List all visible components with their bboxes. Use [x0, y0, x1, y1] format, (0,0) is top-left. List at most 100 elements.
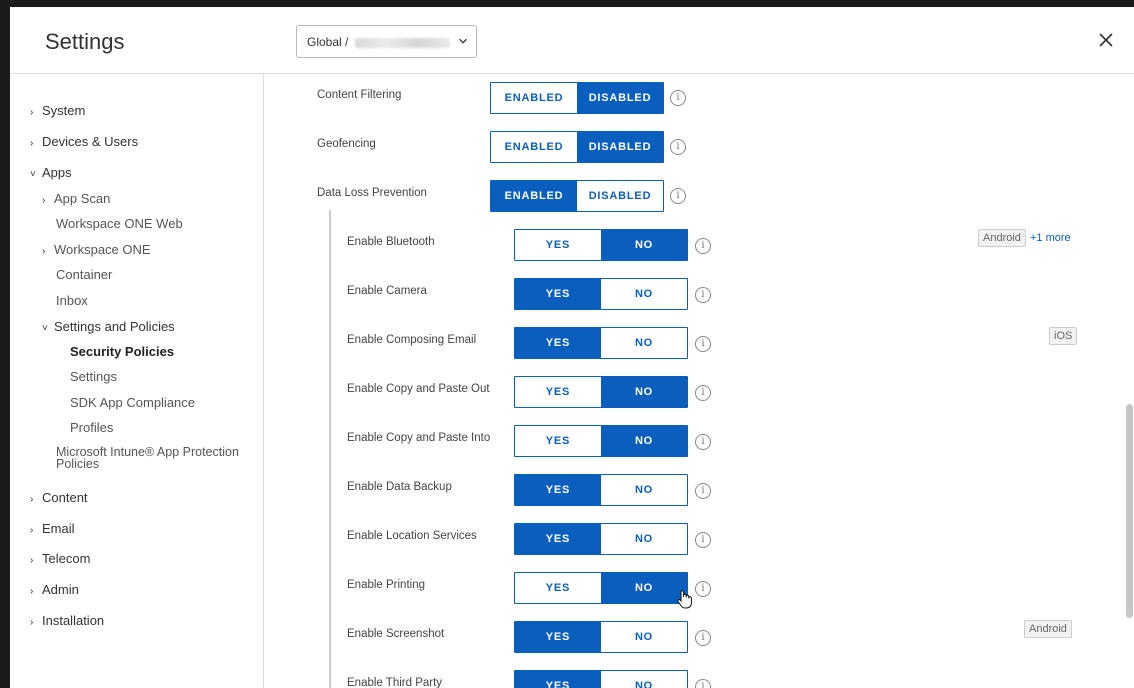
sidebar-item-settings-and-policies[interactable]: ˅ Settings and Policies	[42, 316, 263, 338]
yes-option[interactable]: YES	[515, 475, 601, 505]
sidebar: › System › Devices & Users ˅ Apps › App Scan…	[10, 74, 264, 688]
sidebar-item-label: Installation	[42, 613, 105, 628]
modal-header: Settings Global /	[10, 7, 1134, 74]
sidebar-item-label: Email	[42, 521, 75, 536]
third-party-toggle: YES NO	[514, 670, 688, 688]
sidebar-item-label: Inbox	[56, 293, 88, 308]
no-option[interactable]: NO	[601, 230, 687, 260]
enabled-option[interactable]: ENABLED	[491, 132, 577, 162]
no-option[interactable]: NO	[601, 573, 687, 603]
sidebar-item-system[interactable]: › System	[30, 100, 263, 122]
info-icon[interactable]: i	[695, 385, 711, 401]
disabled-option[interactable]: DISABLED	[577, 181, 663, 211]
info-icon[interactable]: i	[695, 238, 711, 254]
sidebar-item-label: App Scan	[54, 191, 111, 206]
yes-option[interactable]: YES	[515, 573, 601, 603]
no-option[interactable]: NO	[601, 328, 687, 358]
no-option[interactable]: NO	[601, 377, 687, 407]
sidebar-item-label: Settings	[70, 369, 117, 384]
info-icon[interactable]: i	[695, 336, 711, 352]
info-icon[interactable]: i	[695, 434, 711, 450]
sidebar-item-label: Security Policies	[70, 344, 175, 359]
yes-option[interactable]: YES	[515, 622, 601, 652]
data-backup-toggle: YES NO	[514, 474, 688, 506]
printing-toggle: YES NO	[514, 572, 688, 604]
yes-option[interactable]: YES	[515, 377, 601, 407]
enabled-option[interactable]: ENABLED	[491, 83, 577, 113]
yes-option[interactable]: YES	[515, 279, 601, 309]
sidebar-item-sdk-app-compliance[interactable]: SDK App Compliance	[70, 392, 263, 414]
sidebar-item-email[interactable]: › Email	[30, 518, 263, 540]
info-icon[interactable]: i	[670, 188, 686, 204]
yes-option[interactable]: YES	[515, 230, 601, 260]
sidebar-item-label: Policies	[56, 457, 100, 471]
sidebar-item-label: Telecom	[42, 551, 91, 566]
chevron-down-icon	[459, 38, 467, 44]
sidebar-item-admin[interactable]: › Admin	[30, 579, 263, 601]
chevron-right-icon: ›	[30, 586, 34, 597]
policy-content: Content Filtering ENABLED DISABLED i Geo…	[265, 74, 1134, 688]
platform-badge: Android	[978, 229, 1026, 247]
sidebar-item-apps[interactable]: ˅ Apps	[30, 162, 263, 184]
scrollbar-thumb[interactable]	[1126, 404, 1133, 618]
info-icon[interactable]: i	[695, 287, 711, 303]
copy-paste-out-toggle: YES NO	[514, 376, 688, 408]
scope-dropdown[interactable]: Global /	[296, 25, 477, 58]
info-icon[interactable]: i	[695, 679, 711, 688]
data-loss-prevention-toggle: ENABLED DISABLED	[490, 180, 664, 212]
close-icon[interactable]	[1098, 32, 1114, 48]
no-option[interactable]: NO	[601, 671, 687, 688]
scrollbar[interactable]	[1124, 74, 1134, 688]
disabled-option[interactable]: DISABLED	[577, 83, 663, 113]
content-filtering-toggle: ENABLED DISABLED	[490, 82, 664, 114]
sidebar-item-devices-users[interactable]: › Devices & Users	[30, 131, 263, 153]
yes-option[interactable]: YES	[515, 524, 601, 554]
sidebar-item-settings[interactable]: Settings	[70, 366, 263, 388]
sidebar-item-installation[interactable]: › Installation	[30, 610, 263, 632]
sidebar-item-telecom[interactable]: › Telecom	[30, 548, 263, 570]
info-icon[interactable]: i	[695, 581, 711, 597]
no-option[interactable]: NO	[601, 475, 687, 505]
location-services-toggle: YES NO	[514, 523, 688, 555]
yes-option[interactable]: YES	[515, 328, 601, 358]
scope-label: Global /	[307, 35, 349, 49]
sidebar-item-container[interactable]: Container	[56, 264, 263, 286]
policy-label: Geofencing	[317, 138, 376, 150]
sidebar-item-profiles[interactable]: Profiles	[70, 417, 263, 439]
info-icon[interactable]: i	[695, 532, 711, 548]
setting-label: Enable Printing	[347, 579, 425, 591]
info-icon[interactable]: i	[670, 139, 686, 155]
more-platforms-link[interactable]: +1 more	[1030, 229, 1071, 247]
sidebar-item-inbox[interactable]: Inbox	[56, 290, 263, 312]
info-icon[interactable]: i	[695, 630, 711, 646]
info-icon[interactable]: i	[695, 483, 711, 499]
sidebar-item-intune-app-protection[interactable]: Microsoft Intune® App Protection Policie…	[56, 446, 263, 471]
sidebar-item-workspace-one[interactable]: › Workspace ONE	[42, 239, 263, 261]
no-option[interactable]: NO	[601, 426, 687, 456]
chevron-right-icon: ›	[30, 494, 34, 505]
chevron-right-icon: ›	[42, 246, 46, 257]
sidebar-item-content[interactable]: › Content	[30, 487, 263, 509]
chevron-down-icon: ˅	[30, 169, 36, 180]
setting-label: Enable Camera	[347, 285, 427, 297]
sidebar-item-label: Workspace ONE	[54, 242, 151, 257]
redacted-org-name	[354, 37, 450, 48]
policy-label: Content Filtering	[317, 89, 402, 101]
yes-option[interactable]: YES	[515, 671, 601, 688]
bluetooth-toggle: YES NO	[514, 229, 688, 261]
settings-modal: Settings Global / › System › Devices & Use…	[10, 7, 1134, 688]
sidebar-item-security-policies[interactable]: Security Policies	[70, 341, 263, 363]
no-option[interactable]: NO	[601, 622, 687, 652]
sidebar-item-workspace-one-web[interactable]: Workspace ONE Web	[56, 213, 263, 235]
no-option[interactable]: NO	[601, 524, 687, 554]
enabled-option[interactable]: ENABLED	[491, 181, 577, 211]
geofencing-toggle: ENABLED DISABLED	[490, 131, 664, 163]
chevron-right-icon: ›	[30, 555, 34, 566]
info-icon[interactable]: i	[670, 90, 686, 106]
disabled-option[interactable]: DISABLED	[577, 132, 663, 162]
page-title: Settings	[45, 29, 125, 54]
sidebar-item-app-scan[interactable]: › App Scan	[42, 188, 263, 210]
camera-toggle: YES NO	[514, 278, 688, 310]
no-option[interactable]: NO	[601, 279, 687, 309]
yes-option[interactable]: YES	[515, 426, 601, 456]
